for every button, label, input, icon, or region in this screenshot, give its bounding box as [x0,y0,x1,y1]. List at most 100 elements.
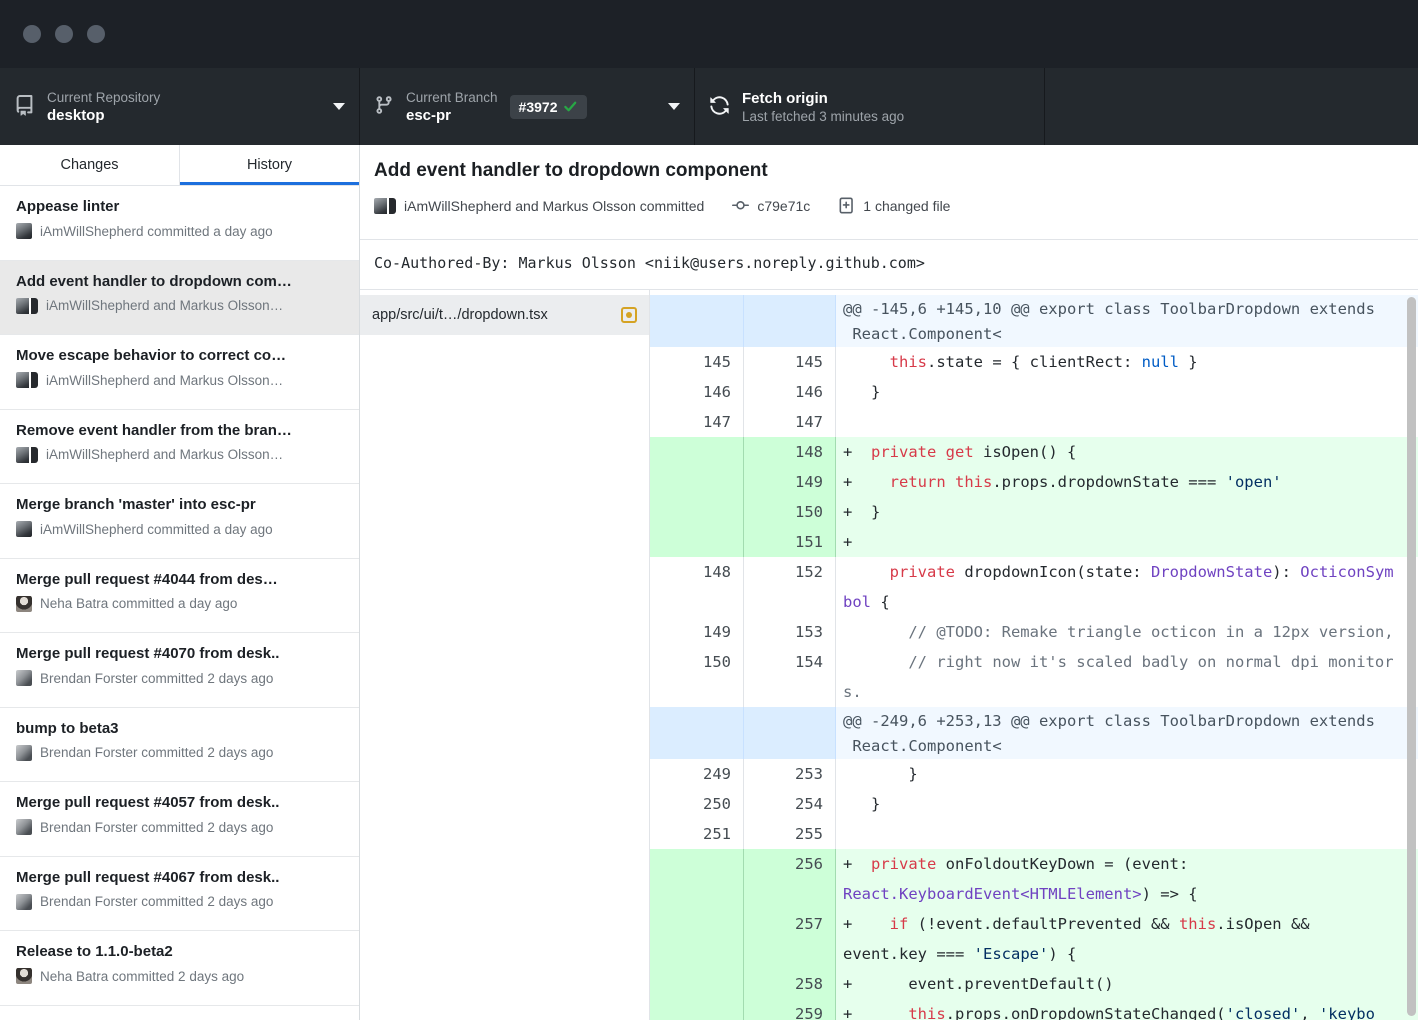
diff-code-line: + return this.props.dropdownState === 'o… [836,467,1418,497]
diff-row[interactable]: 256+ private onFoldoutKeyDown = (event: … [650,849,1418,909]
new-line-number: 259 [744,999,836,1020]
avatar [16,670,32,686]
commit-item-title: Merge pull request #4044 from des… [16,571,343,588]
diff-row[interactable]: 150+ } [650,497,1418,527]
commit-list-item[interactable]: Merge pull request #4044 from des…Neha B… [0,559,359,634]
diff-code-line: } [836,789,1418,819]
old-line-number: 148 [650,557,744,617]
diff-code-line: + private get isOpen() { [836,437,1418,467]
avatar [16,372,32,388]
diff-row[interactable]: 147147 [650,407,1418,437]
diff-row[interactable]: @@ -145,6 +145,10 @@ export class Toolba… [650,295,1418,347]
commit-sha[interactable]: c79e71c [757,198,810,214]
diff-row[interactable]: 148152 private dropdownIcon(state: Dropd… [650,557,1418,617]
repository-picker-button[interactable]: Current Repository desktop [0,68,360,145]
diff-row[interactable]: 145145 this.state = { clientRect: null } [650,347,1418,377]
tab-history[interactable]: History [180,145,359,185]
old-line-number [650,909,744,969]
changed-files-count: 1 changed file [863,198,950,214]
old-line-number: 147 [650,407,744,437]
sync-icon [709,95,730,119]
old-line-number [650,467,744,497]
old-line-number: 150 [650,647,744,707]
commit-item-title: Merge pull request #4057 from desk.. [16,794,343,811]
diff-code-line: @@ -249,6 +253,13 @@ export class Toolba… [836,707,1418,759]
old-line-number [650,295,744,347]
diff-row[interactable]: 149153 // @TODO: Remake triangle octicon… [650,617,1418,647]
old-line-number [650,437,744,467]
diff-row[interactable]: 249253 } [650,759,1418,789]
repository-name: desktop [47,107,160,124]
diff-code-line: } [836,759,1418,789]
diff-row[interactable]: 251255 [650,819,1418,849]
commit-summary-header: Add event handler to dropdown component … [360,145,1418,240]
avatar [374,198,390,214]
commit-list-item[interactable]: Add event handler to dropdown com…iAmWil… [0,261,359,336]
old-line-number [650,707,744,759]
sidebar: Changes History Appease linteriAmWillShe… [0,145,360,1020]
commit-list-item[interactable]: Merge pull request #4067 from desk..Bren… [0,857,359,932]
new-line-number: 258 [744,969,836,999]
commit-list-item[interactable]: Merge pull request #4070 from desk..Bren… [0,633,359,708]
commit-list-item[interactable]: Appease linteriAmWillShepherd committed … [0,186,359,261]
commit-list-item[interactable]: Release to 1.1.0-beta2Neha Batra committ… [0,931,359,1006]
window-zoom-button[interactable] [87,25,105,43]
diff-scrollbar[interactable] [1407,297,1416,1016]
commit-byline: iAmWillShepherd and Markus Olsson commit… [404,198,704,214]
commit-item-byline: iAmWillShepherd and Markus Olsson… [46,298,283,313]
commit-item-title: bump to beta3 [16,720,343,737]
diff-row[interactable]: 148+ private get isOpen() { [650,437,1418,467]
commit-list-item[interactable]: Move escape behavior to correct co…iAmWi… [0,335,359,410]
diff-code-line: + event.preventDefault() [836,969,1418,999]
diff-row[interactable]: 258+ event.preventDefault() [650,969,1418,999]
new-line-number: 255 [744,819,836,849]
commit-history-list: Appease linteriAmWillShepherd committed … [0,186,359,1020]
diff-row[interactable]: @@ -249,6 +253,13 @@ export class Toolba… [650,707,1418,759]
window-close-button[interactable] [23,25,41,43]
new-line-number: 253 [744,759,836,789]
diff-row[interactable]: 146146 } [650,377,1418,407]
commit-item-byline: Brendan Forster committed 2 days ago [40,671,273,686]
file-list-item[interactable]: app/src/ui/t…/dropdown.tsx [360,295,649,335]
commit-title: Add event handler to dropdown component [374,160,1394,182]
diff-code-line: } [836,377,1418,407]
new-line-number: 147 [744,407,836,437]
diff-row[interactable]: 149+ return this.props.dropdownState ===… [650,467,1418,497]
old-line-number: 250 [650,789,744,819]
diff-row[interactable]: 151+ [650,527,1418,557]
avatar [16,968,32,984]
tab-changes[interactable]: Changes [0,145,180,185]
git-branch-icon [374,95,394,118]
changed-file-icon [838,197,855,214]
new-line-number: 150 [744,497,836,527]
window-minimize-button[interactable] [55,25,73,43]
old-line-number [650,999,744,1020]
diff-row[interactable]: 250254 } [650,789,1418,819]
window-controls [23,25,105,43]
new-line-number: 256 [744,849,836,909]
commit-list-item[interactable]: Merge pull request #4050 from des… [0,1006,359,1020]
new-line-number: 152 [744,557,836,617]
old-line-number: 145 [650,347,744,377]
commit-item-byline: iAmWillShepherd committed a day ago [40,224,273,239]
avatar [16,596,32,612]
commit-list-item[interactable]: bump to beta3Brendan Forster committed 2… [0,708,359,783]
commit-list-item[interactable]: Merge branch 'master' into esc-priAmWill… [0,484,359,559]
diff-viewer: @@ -145,6 +145,10 @@ export class Toolba… [650,290,1418,1020]
pr-number-badge[interactable]: #3972 [510,95,588,119]
fetch-origin-button[interactable]: Fetch origin Last fetched 3 minutes ago [695,68,1045,145]
diff-code-line: + this.props.onDropdownStateChanged('clo… [836,999,1418,1020]
branch-picker-button[interactable]: Current Branch esc-pr #3972 [360,68,695,145]
commit-list-item[interactable]: Remove event handler from the bran…iAmWi… [0,410,359,485]
avatar [16,745,32,761]
repository-label: Current Repository [47,90,160,105]
diff-code-line: + [836,527,1418,557]
diff-row[interactable]: 257+ if (!event.defaultPrevented && this… [650,909,1418,969]
diff-row[interactable]: 259+ this.props.onDropdownStateChanged('… [650,999,1418,1020]
diff-code-line: this.state = { clientRect: null } [836,347,1418,377]
diff-row[interactable]: 150154 // right now it's scaled badly on… [650,647,1418,707]
commit-list-item[interactable]: Merge pull request #4057 from desk..Bren… [0,782,359,857]
commit-item-title: Move escape behavior to correct co… [16,347,343,364]
pr-number: #3972 [519,99,558,115]
old-line-number: 149 [650,617,744,647]
